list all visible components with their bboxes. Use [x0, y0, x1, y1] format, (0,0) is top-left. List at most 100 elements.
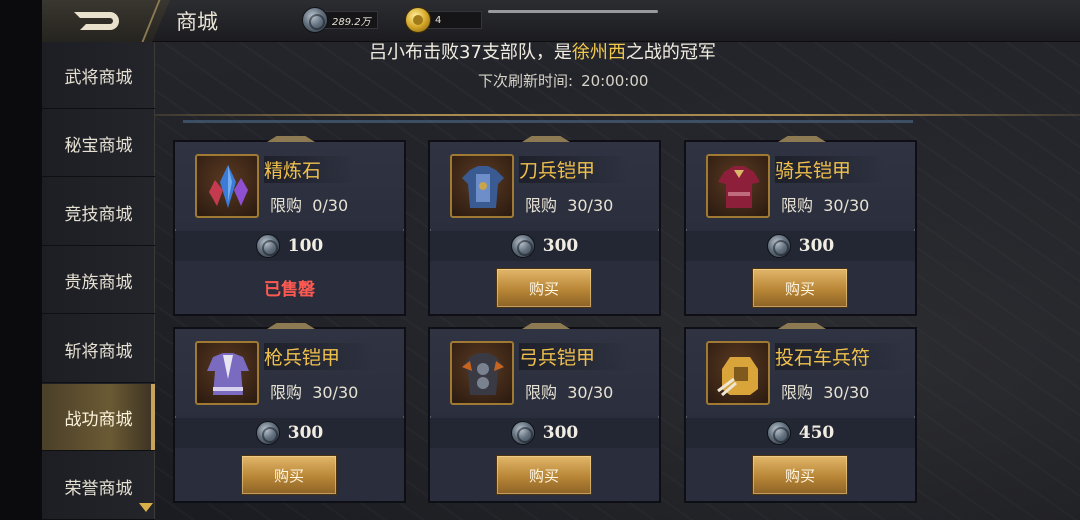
item-price: 300 — [542, 423, 579, 443]
notice-text: 吕小布击败37支部队，是 — [369, 42, 572, 63]
silver-currency: 289.2万 — [302, 7, 371, 33]
price-row: 300 — [430, 231, 659, 261]
silver-amount: 289.2万 — [332, 16, 371, 28]
left-edge-strip — [0, 0, 42, 520]
sidebar-item-slay-shop[interactable]: 斩将商城 — [42, 316, 155, 383]
refresh-timer: 下次刷新时间: 20:00:00 — [478, 70, 648, 91]
buy-button[interactable]: 购买 — [496, 455, 592, 495]
shop-item-card: 刀兵铠甲 限购 30/30 300 购买 — [428, 140, 661, 316]
item-name: 精炼石 — [264, 156, 356, 183]
card-header: 刀兵铠甲 限购 30/30 — [430, 142, 659, 229]
price-row: 450 — [686, 418, 915, 448]
cavalry-armor-icon — [706, 154, 770, 218]
sidebar-item-merit-shop[interactable]: 战功商城 — [42, 384, 155, 451]
limit-label: 限购 — [270, 383, 303, 402]
item-price: 100 — [287, 236, 324, 256]
refresh-label: 下次刷新时间: — [478, 72, 574, 90]
sold-out-label: 已售罄 — [264, 280, 315, 300]
page-title: 商城 — [176, 10, 218, 34]
card-footer: 购买 — [175, 448, 404, 501]
price-row: 300 — [686, 231, 915, 261]
limit-value: 30/30 — [567, 383, 614, 402]
card-footer: 购买 — [430, 261, 659, 314]
back-arrow-icon — [74, 12, 119, 30]
card-footer: 购买 — [686, 448, 915, 501]
shop-item-card: 枪兵铠甲 限购 30/30 300 购买 — [173, 327, 406, 503]
limit-value: 30/30 — [567, 196, 614, 215]
price-row: 300 — [430, 418, 659, 448]
blue-divider — [183, 120, 913, 123]
card-header: 枪兵铠甲 限购 30/30 — [175, 329, 404, 416]
buy-button[interactable]: 购买 — [496, 268, 592, 308]
card-footer: 已售罄 — [175, 261, 404, 314]
silver-coin-icon — [255, 421, 280, 445]
purchase-limit: 限购 30/30 — [525, 379, 613, 403]
notice-highlight: 徐州西 — [571, 42, 626, 63]
title-tab-divider — [141, 0, 299, 42]
shop-item-card: 弓兵铠甲 限购 30/30 300 购买 — [428, 327, 661, 503]
archer-armor-icon — [450, 341, 514, 405]
limit-label: 限购 — [781, 383, 814, 402]
sidebar-item-label: 竞技商城 — [64, 204, 133, 225]
shop-sidebar: 武将商城 秘宝商城 竞技商城 贵族商城 斩将商城 战功商城 荣誉商城 — [42, 42, 155, 520]
spear-armor-icon — [195, 341, 259, 405]
notice-text-end: 之战的冠军 — [625, 42, 716, 63]
limit-value: 30/30 — [312, 383, 359, 402]
refine-stone-icon — [195, 154, 259, 218]
limit-value: 30/30 — [823, 196, 870, 215]
card-header: 骑兵铠甲 限购 30/30 — [686, 142, 915, 229]
item-price: 450 — [798, 423, 835, 443]
card-header: 精炼石 限购 0/30 — [175, 142, 404, 229]
item-price: 300 — [287, 423, 324, 443]
catapult-token-icon — [706, 341, 770, 405]
sidebar-item-label: 战功商城 — [64, 409, 133, 430]
top-divider-line — [488, 10, 658, 13]
limit-value: 0/30 — [312, 196, 349, 215]
purchase-limit: 限购 30/30 — [781, 192, 869, 216]
item-price: 300 — [542, 236, 579, 256]
purchase-limit: 限购 30/30 — [781, 379, 869, 403]
sidebar-item-noble-shop[interactable]: 贵族商城 — [42, 247, 155, 314]
item-name: 投石车兵符 — [775, 343, 905, 370]
shop-item-card: 投石车兵符 限购 30/30 450 购买 — [684, 327, 917, 503]
shop-item-card: 骑兵铠甲 限购 30/30 300 购买 — [684, 140, 917, 316]
limit-label: 限购 — [270, 196, 303, 215]
card-header: 弓兵铠甲 限购 30/30 — [430, 329, 659, 416]
gold-currency: 4 — [405, 7, 441, 33]
sidebar-item-label: 贵族商城 — [64, 272, 133, 293]
buy-button[interactable]: 购买 — [752, 455, 848, 495]
buy-button[interactable]: 购买 — [752, 268, 848, 308]
silver-coin-icon — [255, 234, 280, 258]
limit-label: 限购 — [781, 196, 814, 215]
purchase-limit: 限购 30/30 — [525, 192, 613, 216]
silver-coin-icon — [766, 421, 791, 445]
shop-item-card: 精炼石 限购 0/30 100 已售罄 — [173, 140, 406, 316]
sidebar-item-general-shop[interactable]: 武将商城 — [42, 42, 155, 109]
card-footer: 购买 — [686, 261, 915, 314]
sidebar-item-label: 荣誉商城 — [64, 478, 133, 499]
blade-armor-icon — [450, 154, 514, 218]
sidebar-item-label: 秘宝商城 — [64, 135, 133, 156]
item-name: 骑兵铠甲 — [775, 156, 886, 183]
gold-coin-icon — [405, 7, 431, 33]
limit-label: 限购 — [525, 196, 558, 215]
card-header: 投石车兵符 限购 30/30 — [686, 329, 915, 416]
silver-coin-icon — [766, 234, 791, 258]
item-price: 300 — [798, 236, 835, 256]
limit-value: 30/30 — [823, 383, 870, 402]
scroll-down-icon[interactable] — [139, 503, 153, 512]
price-row: 300 — [175, 418, 404, 448]
battle-notice: 吕小布击败37支部队，是徐州西之战的冠军 — [369, 38, 726, 64]
sidebar-item-label: 斩将商城 — [64, 341, 133, 362]
sidebar-item-label: 武将商城 — [64, 67, 133, 88]
silver-coin-icon — [510, 421, 535, 445]
silver-coin-icon — [510, 234, 535, 258]
purchase-limit: 限购 30/30 — [270, 379, 358, 403]
buy-button[interactable]: 购买 — [241, 455, 337, 495]
price-row: 100 — [175, 231, 404, 261]
sidebar-item-treasure-shop[interactable]: 秘宝商城 — [42, 110, 155, 177]
limit-label: 限购 — [525, 383, 558, 402]
sidebar-item-arena-shop[interactable]: 竞技商城 — [42, 179, 155, 246]
item-name: 刀兵铠甲 — [519, 156, 630, 183]
gold-divider — [155, 114, 1080, 116]
